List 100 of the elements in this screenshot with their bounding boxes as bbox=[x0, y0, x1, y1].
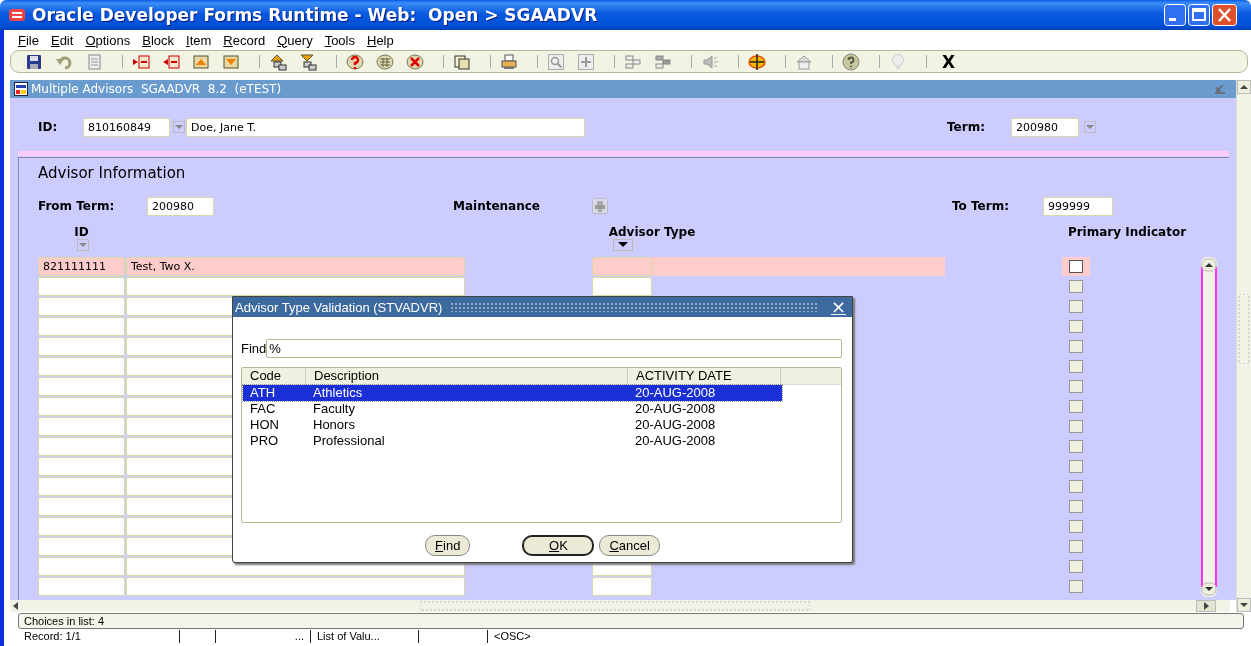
id-cell[interactable] bbox=[38, 537, 125, 556]
minimize-icon[interactable] bbox=[1214, 83, 1226, 95]
name-cell[interactable] bbox=[126, 517, 232, 536]
name-cell[interactable]: Test, Two X. bbox=[126, 257, 465, 276]
name-cell[interactable] bbox=[126, 497, 232, 516]
scroll-thumb[interactable] bbox=[1237, 294, 1251, 364]
menu-item[interactable]: Tools bbox=[318, 32, 361, 48]
name-cell[interactable] bbox=[126, 277, 465, 296]
advisor-type-cell[interactable] bbox=[592, 257, 652, 276]
row-remove-icon[interactable] bbox=[162, 52, 180, 71]
advisor-type-cell[interactable] bbox=[592, 577, 652, 596]
primary-checkbox[interactable] bbox=[1069, 580, 1083, 593]
id-cell[interactable] bbox=[38, 277, 125, 296]
primary-checkbox[interactable] bbox=[1069, 360, 1083, 373]
maintenance-button[interactable] bbox=[592, 198, 608, 214]
row-insert-icon[interactable] bbox=[132, 52, 150, 71]
name-cell[interactable] bbox=[126, 297, 232, 316]
primary-checkbox[interactable] bbox=[1069, 440, 1083, 453]
boxes-up-icon[interactable] bbox=[269, 52, 287, 71]
primary-checkbox[interactable] bbox=[1069, 500, 1083, 513]
boxes-down-icon[interactable] bbox=[299, 52, 317, 71]
id-cell[interactable] bbox=[38, 517, 125, 536]
menu-item[interactable]: Block bbox=[136, 32, 180, 48]
find-button[interactable]: Find bbox=[425, 535, 471, 556]
primary-checkbox[interactable] bbox=[1069, 300, 1083, 313]
menu-item[interactable]: File bbox=[12, 32, 45, 48]
hierarchy-icon[interactable] bbox=[654, 52, 672, 71]
primary-checkbox[interactable] bbox=[1069, 560, 1083, 573]
close-button[interactable]: × bbox=[824, 298, 852, 316]
id-cell[interactable] bbox=[38, 557, 125, 576]
search-icon[interactable] bbox=[547, 52, 565, 71]
plus-icon[interactable] bbox=[577, 52, 595, 71]
menu-item[interactable]: Item bbox=[180, 32, 218, 48]
find-field[interactable]: % bbox=[266, 339, 842, 358]
menu-item[interactable]: Help bbox=[361, 32, 400, 48]
name-cell[interactable] bbox=[126, 537, 232, 556]
id-cell[interactable] bbox=[38, 317, 125, 336]
id-cell[interactable] bbox=[38, 577, 125, 596]
menu-item[interactable]: Record bbox=[217, 32, 272, 48]
maximize-button[interactable] bbox=[1188, 4, 1210, 26]
hierarchy-icon[interactable] bbox=[624, 52, 642, 71]
id-cell[interactable] bbox=[38, 297, 125, 316]
name-cell[interactable] bbox=[126, 457, 232, 476]
page-icon[interactable] bbox=[85, 52, 103, 71]
bulb-icon[interactable] bbox=[889, 52, 907, 71]
minimize-button[interactable] bbox=[1164, 4, 1186, 26]
printer-icon[interactable] bbox=[500, 52, 518, 71]
tray-down-icon[interactable] bbox=[222, 52, 240, 71]
menu-item[interactable]: Edit bbox=[44, 32, 80, 48]
primary-checkbox[interactable] bbox=[1069, 400, 1083, 413]
name-cell[interactable] bbox=[126, 417, 232, 436]
name-cell[interactable] bbox=[126, 357, 232, 376]
id-cell[interactable] bbox=[38, 397, 125, 416]
exit-button[interactable]: X bbox=[940, 51, 958, 72]
name-cell[interactable] bbox=[126, 337, 232, 356]
id-cell[interactable] bbox=[38, 357, 125, 376]
cancel-button[interactable]: Cancel bbox=[599, 535, 660, 556]
id-cell[interactable] bbox=[38, 417, 125, 436]
name-cell[interactable] bbox=[126, 317, 232, 336]
id-field[interactable]: 810160849 bbox=[83, 118, 170, 137]
close-button[interactable] bbox=[1212, 4, 1237, 26]
save-icon[interactable] bbox=[25, 52, 43, 71]
advisor-type-cell[interactable] bbox=[592, 277, 652, 296]
to-term-field[interactable]: 999999 bbox=[1043, 197, 1113, 216]
list-row[interactable]: ATH Athletics 20-AUG-2008 bbox=[243, 385, 782, 401]
speaker-icon[interactable] bbox=[701, 52, 719, 71]
name-field[interactable]: Doe, Jane T. bbox=[186, 118, 585, 137]
record-scrollbar[interactable] bbox=[1200, 257, 1218, 597]
list-row[interactable]: FAC Faculty 20-AUG-2008 bbox=[243, 401, 782, 417]
primary-checkbox[interactable] bbox=[1069, 340, 1083, 353]
id-cell[interactable]: 821111111 bbox=[38, 257, 125, 276]
help-icon[interactable] bbox=[842, 52, 860, 71]
id-cell[interactable] bbox=[38, 497, 125, 516]
grip-pattern[interactable] bbox=[450, 302, 817, 312]
tray-up-icon[interactable] bbox=[192, 52, 210, 71]
primary-checkbox[interactable] bbox=[1069, 320, 1083, 333]
documents-icon[interactable] bbox=[453, 52, 471, 71]
target-icon[interactable] bbox=[748, 52, 766, 71]
list-row[interactable]: HON Honors 20-AUG-2008 bbox=[243, 417, 782, 433]
list-row[interactable]: PRO Professional 20-AUG-2008 bbox=[243, 433, 782, 449]
name-cell[interactable] bbox=[126, 437, 232, 456]
name-cell[interactable] bbox=[126, 397, 232, 416]
id-cell[interactable] bbox=[38, 377, 125, 396]
advisor-description-cell[interactable] bbox=[652, 257, 945, 276]
primary-checkbox[interactable] bbox=[1069, 280, 1083, 293]
id-cell[interactable] bbox=[38, 337, 125, 356]
delete-icon[interactable] bbox=[406, 52, 424, 71]
term-field[interactable]: 200980 bbox=[1011, 118, 1079, 137]
ok-button[interactable]: OK bbox=[522, 535, 595, 556]
horizontal-scrollbar[interactable] bbox=[10, 600, 1230, 612]
primary-checkbox[interactable] bbox=[1069, 380, 1083, 393]
primary-checkbox[interactable] bbox=[1069, 520, 1083, 533]
primary-checkbox[interactable] bbox=[1069, 460, 1083, 473]
id-cell[interactable] bbox=[38, 477, 125, 496]
primary-checkbox[interactable] bbox=[1069, 480, 1083, 493]
id-cell[interactable] bbox=[38, 437, 125, 456]
menu-item[interactable]: Options bbox=[79, 32, 137, 48]
name-cell[interactable] bbox=[126, 577, 465, 596]
database-icon[interactable] bbox=[346, 52, 364, 71]
id-cell[interactable] bbox=[38, 457, 125, 476]
